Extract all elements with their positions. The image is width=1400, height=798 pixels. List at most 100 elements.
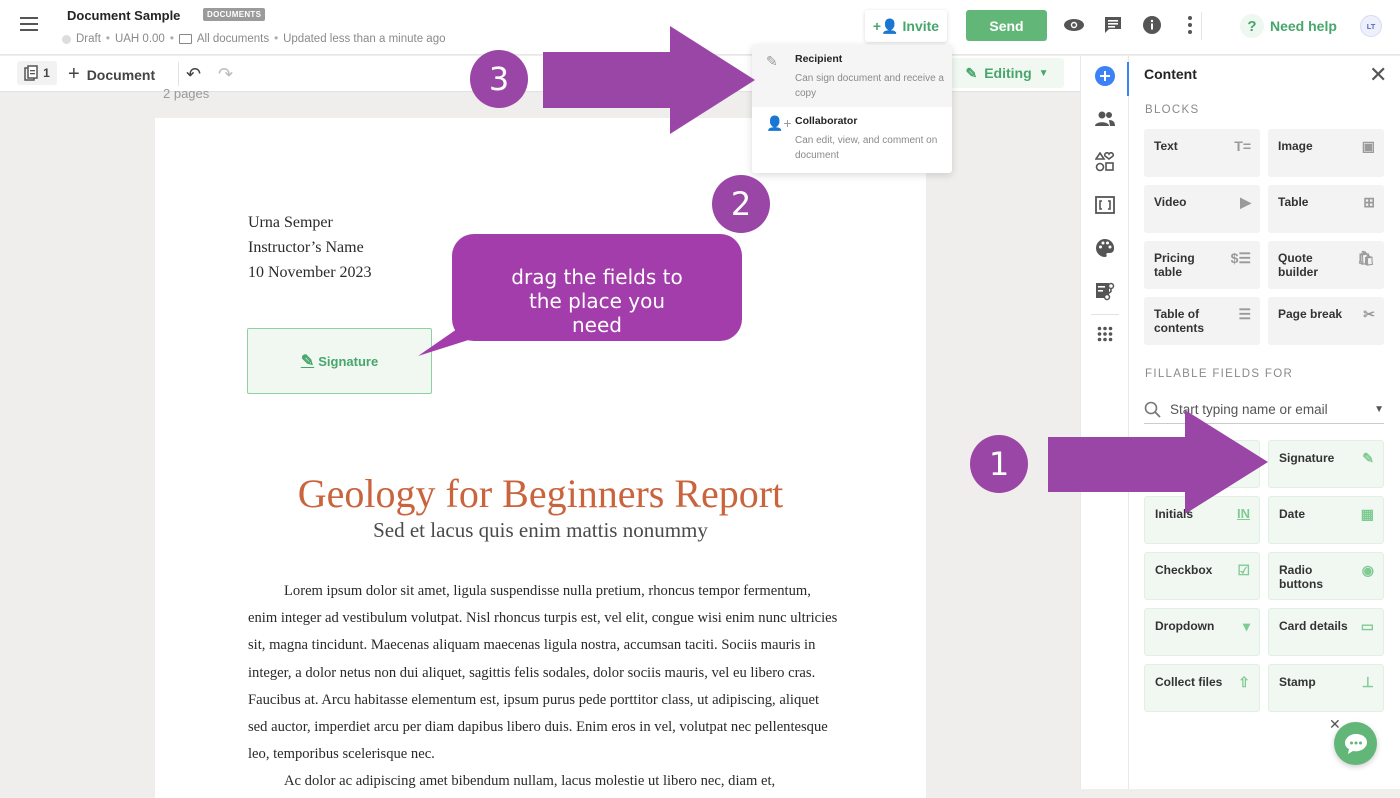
block-image[interactable]: Image ▣	[1268, 129, 1384, 177]
table-icon: ⊞	[1363, 194, 1375, 210]
video-icon: ▶	[1240, 194, 1251, 210]
field-hidden[interactable]	[1144, 440, 1260, 488]
add-document-button[interactable]: + Document	[68, 63, 155, 86]
caret-down-icon: ▼	[1038, 67, 1049, 79]
shapes-icon[interactable]	[1094, 151, 1116, 173]
field-signature[interactable]: Signature ✎	[1268, 440, 1384, 488]
divider	[1091, 314, 1119, 315]
calendar-icon: ▦	[1360, 506, 1374, 522]
address-line: Urna Semper	[248, 214, 333, 231]
field-radio-buttons[interactable]: Radio buttons ◉	[1268, 552, 1384, 600]
updated-text: Updated less than a minute ago	[283, 33, 446, 45]
plus-icon: +	[68, 63, 80, 85]
editing-label: Editing	[984, 65, 1032, 81]
field-initials[interactable]: Initials IN	[1144, 496, 1260, 544]
menu-item-recipient[interactable]: ✎ Recipient Can sign document and receiv…	[752, 45, 952, 107]
pen-icon: ✎	[766, 53, 778, 69]
document-body[interactable]: Lorem ipsum dolor sit amet, ligula suspe…	[248, 578, 838, 796]
text-icon: T=	[1234, 138, 1251, 154]
stamp-icon: ⊥	[1361, 674, 1374, 690]
close-chat-icon[interactable]: ✕	[1329, 716, 1341, 733]
bubble-text: drag the fields to the place you need	[511, 265, 683, 337]
checkbox-icon: ☑	[1237, 562, 1250, 578]
menu-item-desc: Can sign document and receive a copy	[795, 73, 944, 99]
block-table-of-contents[interactable]: Table of contents ☰	[1144, 297, 1260, 345]
blocks-grid: Text T= Image ▣ Video ▶ Table ⊞ Pricing tabl…	[1144, 129, 1384, 345]
signature-field[interactable]: ✎ Signature	[247, 328, 432, 394]
block-pricing-table[interactable]: Pricing table $☰	[1144, 241, 1260, 289]
add-content-icon[interactable]	[1094, 65, 1116, 87]
document-heading[interactable]: Geology for Beginners Report	[155, 470, 926, 517]
menu-item-title: Collaborator	[795, 115, 858, 127]
shopping-bag-icon: 🛍	[1357, 250, 1375, 266]
menu-icon[interactable]	[20, 17, 38, 31]
pages-label: 2 pages	[163, 86, 210, 101]
block-text[interactable]: Text T=	[1144, 129, 1260, 177]
fields-grid: Signature ✎ Initials IN Date ▦ Checkbox ☑ Ra…	[1144, 440, 1384, 712]
question-icon: ?	[1240, 14, 1264, 38]
document-title[interactable]: Document Sample	[67, 8, 180, 23]
invite-menu: ✎ Recipient Can sign document and receiv…	[752, 45, 952, 173]
dropdown-icon: ▾	[1242, 618, 1250, 634]
menu-item-desc: Can edit, view, and comment on document	[795, 135, 938, 161]
field-stamp[interactable]: Stamp ⊥	[1268, 664, 1384, 712]
need-help-label: Need help	[1270, 18, 1337, 34]
address-line: Instructor’s Name	[248, 239, 364, 256]
recipient-search-input[interactable]: Start typing name or email ▼	[1144, 396, 1384, 424]
block-table[interactable]: Table ⊞	[1268, 185, 1384, 233]
side-rail	[1080, 56, 1130, 789]
amount-text: UAH 0.00	[114, 33, 165, 45]
redo-icon[interactable]: ↷	[218, 64, 233, 85]
palette-icon[interactable]	[1094, 237, 1116, 259]
menu-item-title: Recipient	[795, 53, 843, 65]
folder-link[interactable]: All documents	[197, 33, 269, 45]
preview-eye-icon[interactable]	[1063, 14, 1085, 36]
close-icon[interactable]: ✕	[1369, 62, 1387, 88]
step-1-badge: 1	[970, 435, 1028, 493]
field-dropdown[interactable]: Dropdown ▾	[1144, 608, 1260, 656]
block-video[interactable]: Video ▶	[1144, 185, 1260, 233]
invite-button[interactable]: +👤 Invite	[865, 10, 947, 42]
embed-icon[interactable]	[1094, 194, 1116, 216]
folder-icon	[178, 34, 192, 44]
block-page-break[interactable]: Page break ✂	[1268, 297, 1384, 345]
need-help-button[interactable]: ? Need help	[1240, 14, 1337, 38]
send-button[interactable]: Send	[966, 10, 1047, 41]
field-checkbox[interactable]: Checkbox ☑	[1144, 552, 1260, 600]
field-card-details[interactable]: Card details ▭	[1268, 608, 1384, 656]
field-collect-files[interactable]: Collect files ⇧	[1144, 664, 1260, 712]
pricing-icon: $☰	[1230, 250, 1251, 266]
page-count-button[interactable]: 1	[17, 61, 57, 85]
menu-item-collaborator[interactable]: 👤+ Collaborator Can edit, view, and comm…	[752, 107, 952, 169]
top-bar: Document Sample DOCUMENTS Draft • UAH 0.…	[0, 0, 1400, 55]
radio-icon: ◉	[1361, 562, 1374, 578]
editing-mode-dropdown[interactable]: ✎ Editing ▼	[950, 58, 1064, 88]
add-document-label: Document	[86, 66, 156, 83]
apps-grid-icon[interactable]	[1094, 323, 1116, 345]
image-icon: ▣	[1361, 138, 1375, 154]
address-block[interactable]: Urna Semper Instructor’s Name 10 Novembe…	[248, 210, 372, 285]
field-date[interactable]: Date ▦	[1268, 496, 1384, 544]
divider	[1201, 12, 1202, 40]
initials-icon: IN	[1237, 506, 1250, 521]
content-panel: Content ✕ BLOCKS Text T= Image ▣ Video ▶ Ta…	[1129, 56, 1400, 789]
pencil-icon: ✎	[965, 64, 978, 81]
info-icon[interactable]	[1141, 14, 1163, 36]
more-options-icon[interactable]	[1179, 14, 1201, 36]
caret-down-icon[interactable]: ▼	[1374, 404, 1384, 415]
add-person-icon: 👤+	[766, 115, 792, 131]
block-quote-builder[interactable]: Quote builder 🛍	[1268, 241, 1384, 289]
user-avatar[interactable]: LT	[1360, 15, 1382, 37]
page-count: 1	[43, 66, 50, 80]
workflow-icon[interactable]	[1094, 280, 1116, 302]
pen-icon: ✎	[300, 353, 315, 370]
step-2-badge: 2	[712, 175, 770, 233]
document-page[interactable]: Urna Semper Instructor’s Name 10 Novembe…	[155, 118, 926, 798]
comments-icon[interactable]	[1102, 14, 1124, 36]
undo-icon[interactable]: ↶	[186, 64, 201, 85]
list-icon: ☰	[1238, 306, 1251, 322]
document-subheading[interactable]: Sed et lacus quis enim mattis nonummy	[155, 518, 926, 543]
signature-field-label: Signature	[318, 353, 379, 369]
panel-title: Content	[1144, 66, 1197, 82]
recipients-icon[interactable]	[1094, 108, 1116, 130]
